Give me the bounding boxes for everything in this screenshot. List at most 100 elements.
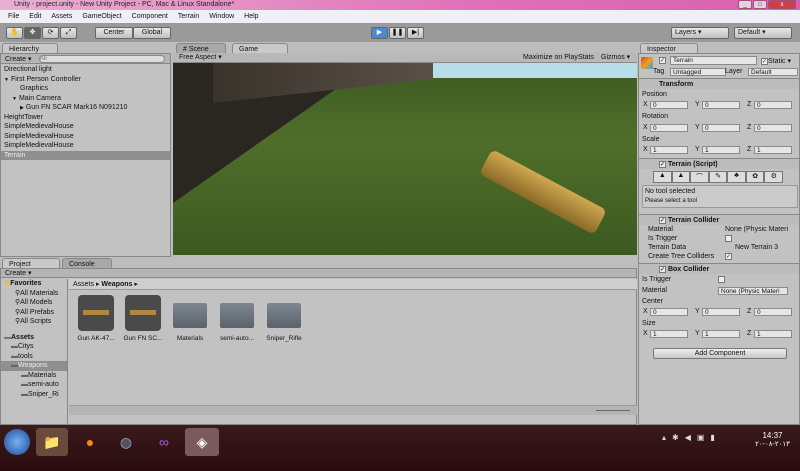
pivot-global-button[interactable]: Global <box>133 27 171 39</box>
hierarchy-item[interactable]: ▼ First Person Controller <box>1 75 170 85</box>
close-button[interactable]: x <box>768 0 796 9</box>
favorite-item[interactable]: ⚲All Scripts <box>1 317 67 327</box>
unity-taskbar-icon[interactable]: ◈ <box>185 428 219 456</box>
vector-field[interactable]: 1 <box>754 146 792 154</box>
hand-tool-icon[interactable]: ✋ <box>6 27 23 39</box>
game-viewport[interactable] <box>173 63 637 255</box>
paint-texture-icon[interactable]: ✎ <box>708 171 728 183</box>
layers-dropdown[interactable]: Layers ▾ <box>671 27 729 39</box>
clock[interactable]: 14:37 ٢٠١٣-٠٨-٢٠ <box>750 431 795 448</box>
menu-assets[interactable]: Assets <box>46 10 77 23</box>
folder-thumbnail[interactable] <box>173 303 207 328</box>
vector-field[interactable]: 0 <box>702 124 740 132</box>
hierarchy-search-input[interactable] <box>39 55 165 63</box>
system-tray-icons[interactable]: ▴✱◀▣▮ <box>662 433 721 442</box>
paint-details-icon[interactable]: ✿ <box>745 171 765 183</box>
hierarchy-item[interactable]: HeightTower <box>1 113 170 123</box>
scale-tool-icon[interactable]: ⤢ <box>60 27 77 39</box>
visual-studio-taskbar-icon[interactable]: ∞ <box>148 428 180 456</box>
menu-gameobject[interactable]: GameObject <box>77 10 126 23</box>
icon-size-slider[interactable] <box>596 410 630 411</box>
hierarchy-item[interactable]: Directional light <box>1 65 170 75</box>
hierarchy-item[interactable]: Terrain <box>1 150 170 160</box>
vector-field[interactable]: 0 <box>650 124 688 132</box>
pause-button[interactable]: ❚❚ <box>389 27 406 39</box>
favorite-item[interactable]: ⚲All Materials <box>1 289 67 299</box>
asset-folder-item[interactable]: ▬Sniper_Ri <box>1 390 67 400</box>
expand-arrow-icon[interactable]: ▼ <box>4 77 9 83</box>
terrain-data-field[interactable]: New Terrain 3 <box>735 244 778 251</box>
asset-folder-item[interactable]: ▬Weapons <box>1 361 67 371</box>
favorites-header[interactable]: ★Favorites <box>1 279 67 289</box>
vector-field[interactable]: 0 <box>650 101 688 109</box>
box-collider-header[interactable]: ✓ Box Collider <box>639 263 799 274</box>
bc-trigger-checkbox[interactable] <box>718 276 725 283</box>
paint-height-icon[interactable]: ▲ <box>671 171 691 183</box>
hierarchy-item[interactable]: SimpleMedievalHouse <box>1 132 170 142</box>
gizmos-toggle[interactable]: Gizmos ▾ <box>601 53 630 63</box>
tag-dropdown[interactable]: Untagged <box>670 68 726 76</box>
project-create-button[interactable]: Create ▾ <box>1 269 636 278</box>
vector-field[interactable]: 1 <box>754 330 792 338</box>
name-field[interactable]: Terrain <box>670 56 757 65</box>
minimize-button[interactable]: _ <box>738 0 752 9</box>
vector-field[interactable]: 1 <box>702 146 740 154</box>
menu-terrain[interactable]: Terrain <box>173 10 204 23</box>
hierarchy-item[interactable]: Graphics <box>1 84 170 94</box>
terrain-collider-header[interactable]: ✓ Terrain Collider <box>639 214 799 225</box>
vector-field[interactable]: 1 <box>650 146 688 154</box>
maximize-on-play-toggle[interactable]: Maximize on Play <box>523 53 578 63</box>
vector-field[interactable]: 0 <box>702 308 740 316</box>
vector-field[interactable]: 1 <box>650 330 688 338</box>
folder-thumbnail[interactable] <box>267 303 301 328</box>
asset-folder-item[interactable]: ▬semi-auto <box>1 380 67 390</box>
menu-file[interactable]: File <box>3 10 24 23</box>
vector-field[interactable]: 0 <box>650 308 688 316</box>
layout-dropdown[interactable]: Default ▾ <box>734 27 792 39</box>
favorite-item[interactable]: ⚲All Models <box>1 298 67 308</box>
model-thumbnail[interactable] <box>78 295 114 331</box>
move-tool-icon[interactable]: ✥ <box>24 27 41 39</box>
aspect-dropdown[interactable]: Free Aspect ▾ <box>179 53 222 63</box>
vector-field[interactable]: 1 <box>702 330 740 338</box>
static-checkbox[interactable]: ✓Static ▾ <box>761 57 791 65</box>
step-button[interactable]: ▶| <box>407 27 424 39</box>
maximize-button[interactable]: □ <box>753 0 767 9</box>
terrain-settings-icon[interactable]: ⚙ <box>764 171 784 183</box>
transform-header[interactable]: Transform <box>639 78 799 89</box>
network-taskbar-icon[interactable]: ◍ <box>110 428 142 456</box>
layer-dropdown[interactable]: Default <box>748 68 798 76</box>
tc-trigger-checkbox[interactable] <box>725 235 732 242</box>
vector-field[interactable]: 0 <box>702 101 740 109</box>
tree-colliders-checkbox[interactable]: ✓ <box>725 253 732 260</box>
expand-arrow-icon[interactable]: ▶ <box>20 105 24 111</box>
asset-folder-item[interactable]: ▬Citys <box>1 342 67 352</box>
breadcrumb-assets[interactable]: Assets <box>73 281 94 288</box>
smooth-height-icon[interactable]: ⌒ <box>690 171 709 183</box>
tc-material-field[interactable]: None (Physic Materi <box>725 226 788 233</box>
menu-window[interactable]: Window <box>204 10 239 23</box>
vector-field[interactable]: 0 <box>754 308 792 316</box>
place-trees-icon[interactable]: ♣ <box>727 171 746 183</box>
vector-field[interactable]: 0 <box>754 101 792 109</box>
menu-help[interactable]: Help <box>239 10 263 23</box>
favorite-item[interactable]: ⚲All Prefabs <box>1 308 67 318</box>
asset-folder-item[interactable]: ▬Materials <box>1 371 67 381</box>
terrain-script-header[interactable]: ✓ Terrain (Script) <box>639 158 799 169</box>
raise-terrain-icon[interactable]: ▲ <box>653 171 672 183</box>
stats-toggle[interactable]: Stats <box>578 53 594 63</box>
expand-arrow-icon[interactable]: ▼ <box>12 96 17 102</box>
bc-material-field[interactable]: None (Physic Materi <box>718 287 788 295</box>
vector-field[interactable]: 0 <box>754 124 792 132</box>
add-component-button[interactable]: Add Component <box>653 348 787 359</box>
hierarchy-create-button[interactable]: Create ▾ <box>5 55 31 63</box>
hierarchy-item[interactable]: ▼ Main Camera <box>1 94 170 104</box>
active-checkbox[interactable]: ✓ <box>659 57 666 64</box>
menu-edit[interactable]: Edit <box>24 10 46 23</box>
firefox-taskbar-icon[interactable]: ● <box>74 428 106 456</box>
assets-header[interactable]: ▬Assets <box>1 333 67 343</box>
model-thumbnail[interactable] <box>125 295 161 331</box>
play-button[interactable]: ▶ <box>371 27 388 39</box>
rotate-tool-icon[interactable]: ⟳ <box>42 27 59 39</box>
hierarchy-item[interactable]: SimpleMedievalHouse <box>1 122 170 132</box>
